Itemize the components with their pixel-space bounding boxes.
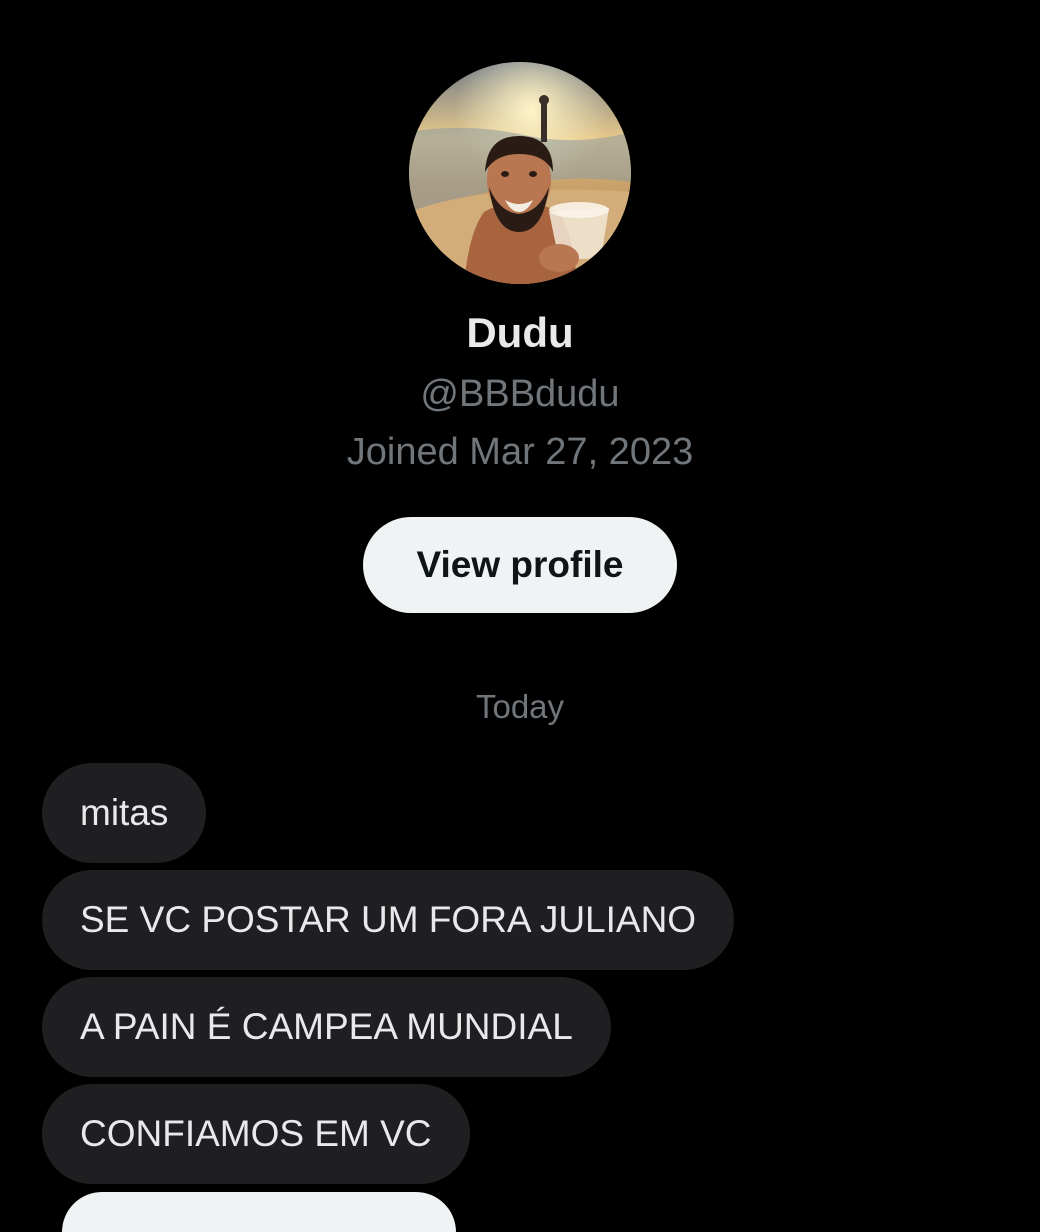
message-bubble[interactable]: mitas	[42, 763, 207, 863]
view-profile-button[interactable]: View profile	[363, 517, 677, 613]
message-bubble-partial[interactable]	[62, 1192, 456, 1232]
user-handle: @BBBdudu	[420, 373, 620, 415]
message-bubble[interactable]: SE VC POSTAR UM FORA JULIANO	[42, 870, 735, 970]
date-separator: Today	[475, 688, 565, 725]
message-bubble[interactable]: CONFIAMOS EM VC	[42, 1084, 470, 1184]
avatar[interactable]	[409, 62, 631, 284]
profile-header: Dudu @BBBdudu Joined Mar 27, 2023 View p…	[0, 0, 1040, 640]
profile-photo-icon	[409, 62, 631, 284]
display-name: Dudu	[466, 309, 574, 356]
message-bubble[interactable]: A PAIN É CAMPEA MUNDIAL	[42, 977, 611, 1077]
joined-date: Joined Mar 27, 2023	[346, 431, 694, 473]
